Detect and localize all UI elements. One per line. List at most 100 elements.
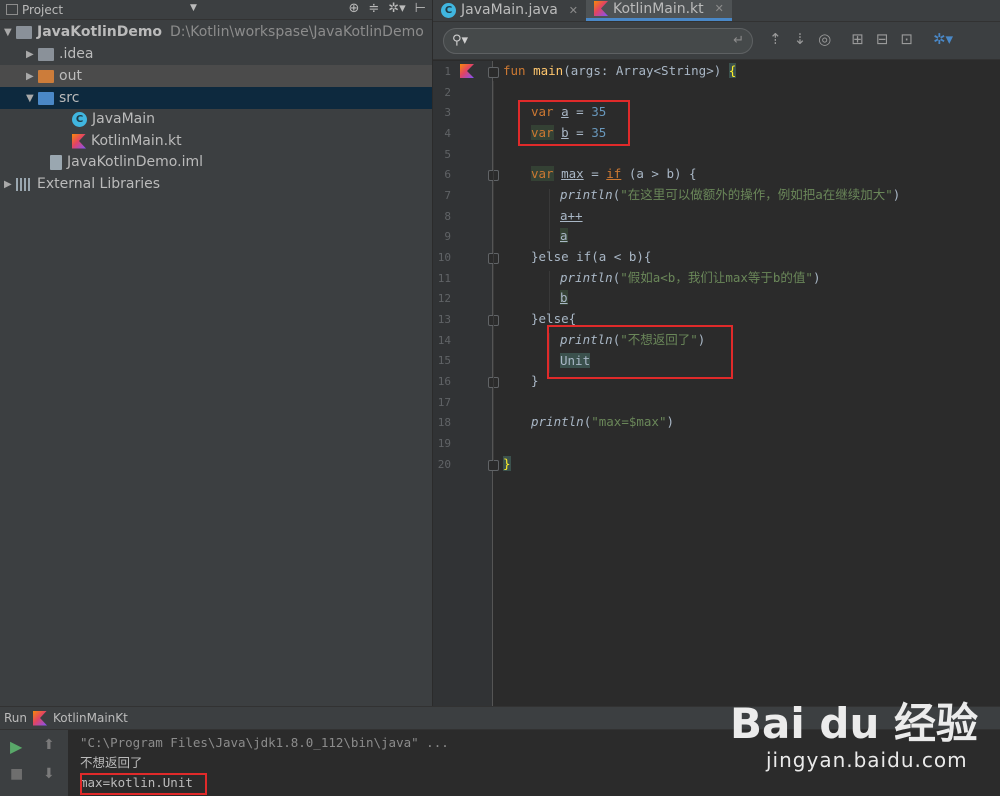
fold-marker-icon[interactable]	[488, 67, 499, 78]
kotlin-file-icon	[33, 710, 48, 726]
editor-tabs: C JavaMain.java ✕ KotlinMain.kt ✕	[433, 0, 1000, 22]
enter-icon[interactable]: ↵	[733, 33, 744, 48]
select-all-occurrences-icon[interactable]: ⊡	[900, 30, 913, 48]
chevron-down-icon[interactable]: ▼	[190, 3, 197, 13]
line-number: 12	[437, 292, 451, 305]
tree-item-project-root[interactable]: ▼ JavaKotlinDemo D:\Kotlin\workspase\Jav…	[0, 21, 432, 43]
locate-icon[interactable]: ⊕	[348, 1, 359, 16]
kotlin-file-icon	[594, 1, 608, 16]
variable: max	[561, 166, 584, 181]
code-editor[interactable]: 1 2 3 4 5 6 7 8 9 10 11 12 13 14 15 16 1…	[433, 61, 1000, 706]
indent-guide	[549, 271, 550, 311]
hide-panel-icon[interactable]: ⊢	[415, 1, 426, 16]
run-config-name[interactable]: KotlinMainKt	[53, 711, 128, 725]
find-all-icon[interactable]: ◎	[818, 30, 831, 48]
line-number: 19	[437, 437, 451, 450]
line-number: 13	[437, 313, 451, 326]
baidu-logo: Bai du 经验	[730, 699, 978, 748]
tree-item-src[interactable]: ▼ src	[0, 87, 432, 109]
function-call: println	[531, 414, 584, 429]
tree-item-label: JavaKotlinDemo	[37, 24, 163, 40]
string-literal: "max=$max"	[591, 414, 667, 429]
fold-marker-icon[interactable]	[488, 460, 499, 471]
code-text: (args: Array<String>)	[563, 63, 729, 78]
keyword: fun	[503, 63, 526, 78]
console-output[interactable]: "C:\Program Files\Java\jdk1.8.0_112\bin\…	[80, 730, 449, 793]
library-icon	[16, 177, 32, 191]
code-line-3: var a = 35	[531, 102, 606, 122]
keyword: var	[531, 166, 554, 181]
kotlin-file-icon	[72, 133, 86, 149]
collapse-all-icon[interactable]: ≑	[368, 1, 379, 16]
project-icon	[6, 4, 18, 15]
project-folder-icon	[16, 25, 32, 39]
search-field[interactable]: ⚲▾ ↵	[443, 27, 753, 54]
collapsed-arrow-icon[interactable]: ▶	[26, 49, 38, 60]
tab-kotlinmain[interactable]: KotlinMain.kt ✕	[586, 0, 732, 21]
line-number: 15	[437, 354, 451, 367]
kotlin-run-icon[interactable]	[460, 64, 474, 78]
code-line-18: println("max=$max")	[531, 414, 675, 429]
settings-gear-icon[interactable]: ✲▾	[933, 30, 953, 48]
tree-item-external-libraries[interactable]: ▶ External Libraries	[0, 173, 432, 195]
tree-item-javamain[interactable]: C JavaMain	[0, 108, 432, 130]
code-text: a < b){	[598, 249, 652, 264]
variable: b	[560, 290, 568, 305]
project-panel: Project ▼ ⊕ ≑ ✲▾ ⊢ ▼ JavaKotlinDemo D:\K…	[0, 0, 432, 706]
project-panel-title[interactable]: Project	[22, 3, 63, 17]
variable: a	[561, 104, 569, 119]
tree-item-label: out	[59, 68, 82, 84]
brace: {	[728, 63, 737, 78]
expand-arrow-icon[interactable]: ▼	[4, 27, 16, 38]
console-line: max=kotlin.Unit	[80, 775, 193, 790]
expand-arrow-icon[interactable]: ▼	[26, 93, 38, 104]
rerun-icon[interactable]: ▶	[10, 737, 22, 756]
tree-item-idea[interactable]: ▶ .idea	[0, 43, 432, 65]
line-number: 7	[444, 189, 451, 202]
line-number: 5	[444, 148, 451, 161]
close-icon[interactable]: ✕	[715, 2, 724, 15]
line-number: 20	[437, 458, 451, 471]
line-number: 1	[444, 65, 451, 78]
tree-item-iml[interactable]: JavaKotlinDemo.iml	[0, 151, 432, 173]
project-panel-header: Project ▼ ⊕ ≑ ✲▾ ⊢	[0, 0, 432, 20]
function-call: println	[560, 270, 613, 285]
previous-occurrence-icon[interactable]: ⇡	[769, 30, 782, 48]
code-line-4: var b = 35	[531, 123, 606, 143]
tree-item-label: External Libraries	[37, 176, 160, 192]
add-occurrence-icon[interactable]: ⊞	[851, 30, 864, 48]
collapsed-arrow-icon[interactable]: ▶	[26, 71, 38, 82]
up-arrow-icon[interactable]: ⬆	[43, 737, 55, 753]
code-line-13: }else{	[531, 311, 577, 326]
unit-expression: Unit	[560, 353, 591, 368]
run-tab-label[interactable]: Run	[4, 711, 27, 725]
code-line-6: var max = if (a > b) {	[531, 164, 697, 184]
console-line: "C:\Program Files\Java\jdk1.8.0_112\bin\…	[80, 735, 449, 750]
remove-occurrence-icon[interactable]: ⊟	[876, 30, 889, 48]
function-call: println	[560, 187, 613, 202]
next-occurrence-icon[interactable]: ⇣	[794, 30, 807, 48]
search-input[interactable]	[472, 33, 734, 48]
line-number: 16	[437, 375, 451, 388]
stop-icon[interactable]: ■	[10, 766, 23, 782]
line-number: 10	[437, 251, 451, 264]
search-icon[interactable]: ⚲▾	[452, 33, 468, 48]
indent-guide	[549, 333, 550, 373]
function-name: main	[533, 63, 564, 78]
line-number: 18	[437, 416, 451, 429]
variable: b	[561, 125, 569, 140]
down-arrow-icon[interactable]: ⬇	[43, 766, 55, 782]
collapsed-arrow-icon[interactable]: ▶	[4, 179, 16, 190]
code-line-1: fun main(args: Array<String>) {	[503, 61, 737, 81]
source-folder-icon	[38, 91, 54, 105]
tab-javamain[interactable]: C JavaMain.java ✕	[433, 0, 586, 21]
code-text: (a > b) {	[621, 166, 697, 181]
tree-item-label: JavaMain	[92, 111, 155, 127]
close-icon[interactable]: ✕	[569, 4, 578, 17]
tree-item-kotlinmain[interactable]: KotlinMain.kt	[0, 130, 432, 152]
code-text: =	[568, 104, 592, 119]
code-line-9: a	[560, 226, 568, 246]
keyword: var	[531, 104, 554, 119]
gear-icon[interactable]: ✲▾	[388, 1, 405, 16]
tree-item-out[interactable]: ▶ out	[0, 65, 432, 87]
